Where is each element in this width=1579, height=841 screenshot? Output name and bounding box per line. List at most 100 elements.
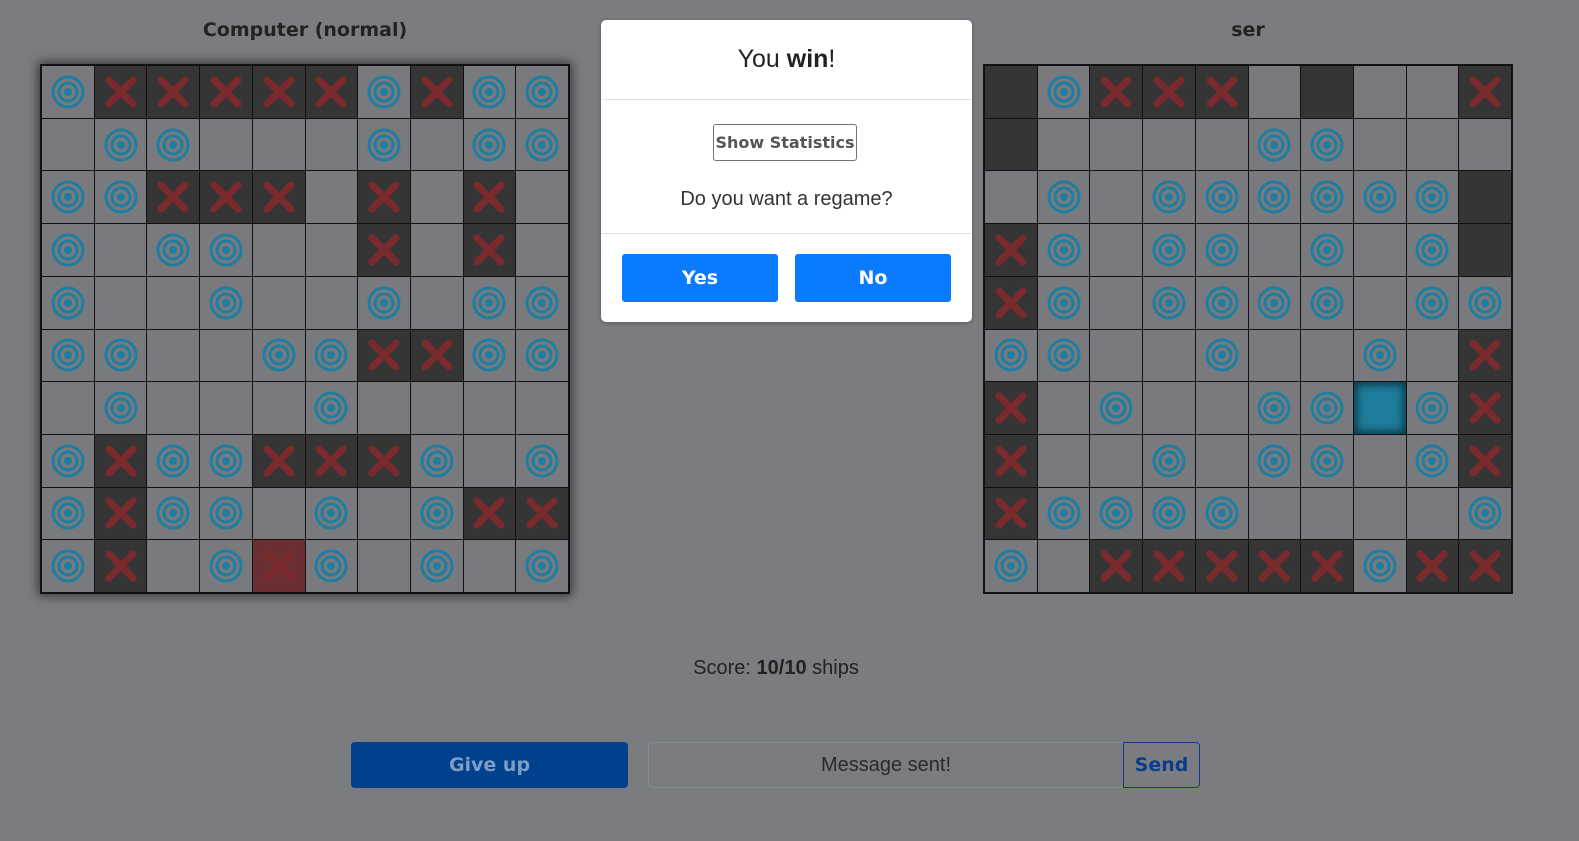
board-cell[interactable]	[305, 382, 358, 434]
board-cell[interactable]	[94, 171, 147, 224]
board-cell[interactable]	[463, 487, 516, 540]
board-cell[interactable]	[305, 66, 358, 118]
board-cell[interactable]	[305, 171, 358, 224]
board-cell[interactable]	[200, 224, 252, 276]
board-cell[interactable]	[358, 382, 410, 434]
board-cell[interactable]	[410, 329, 463, 382]
board-cell[interactable]	[358, 224, 410, 276]
board-cell[interactable]	[463, 329, 516, 382]
board-cell[interactable]	[42, 487, 94, 540]
board-cell[interactable]	[358, 329, 410, 382]
board-cell[interactable]	[252, 382, 305, 434]
board-cell[interactable]	[305, 540, 358, 592]
yes-button[interactable]: Yes	[622, 254, 778, 302]
board-cell[interactable]	[42, 540, 94, 592]
board-cell[interactable]	[200, 118, 252, 171]
board-cell[interactable]	[410, 382, 463, 434]
board-cell[interactable]	[200, 329, 252, 382]
board-cell[interactable]	[94, 382, 147, 434]
board-cell[interactable]	[463, 224, 516, 276]
board-cell[interactable]	[516, 276, 568, 329]
board-cell[interactable]	[200, 434, 252, 487]
board-cell[interactable]	[516, 118, 568, 171]
board-cell[interactable]	[42, 118, 94, 171]
board-cell[interactable]	[305, 118, 358, 171]
board-cell[interactable]	[42, 224, 94, 276]
board-cell[interactable]	[252, 540, 305, 592]
board-cell[interactable]	[94, 487, 147, 540]
board-cell[interactable]	[200, 276, 252, 329]
message-input[interactable]	[648, 742, 1124, 788]
board-cell[interactable]	[305, 434, 358, 487]
board-cell[interactable]	[200, 382, 252, 434]
board-cell[interactable]	[410, 224, 463, 276]
board-cell[interactable]	[94, 66, 147, 118]
board-cell[interactable]	[94, 118, 147, 171]
board-cell[interactable]	[463, 540, 516, 592]
no-button[interactable]: No	[795, 254, 951, 302]
board-cell[interactable]	[358, 171, 410, 224]
board-cell[interactable]	[147, 66, 200, 118]
board-cell[interactable]	[463, 118, 516, 171]
board-cell[interactable]	[516, 171, 568, 224]
board-cell[interactable]	[516, 66, 568, 118]
board-cell[interactable]	[147, 224, 200, 276]
board-cell[interactable]	[516, 540, 568, 592]
board-cell[interactable]	[410, 434, 463, 487]
board-cell[interactable]	[410, 487, 463, 540]
board-cell[interactable]	[147, 329, 200, 382]
send-button[interactable]: Send	[1123, 742, 1200, 788]
board-cell[interactable]	[147, 118, 200, 171]
board-cell[interactable]	[252, 171, 305, 224]
board-cell[interactable]	[410, 66, 463, 118]
give-up-button[interactable]: Give up	[351, 742, 628, 788]
board-cell[interactable]	[358, 276, 410, 329]
board-cell[interactable]	[463, 276, 516, 329]
board-cell[interactable]	[200, 66, 252, 118]
board-cell[interactable]	[252, 487, 305, 540]
board-cell[interactable]	[305, 276, 358, 329]
board-cell[interactable]	[252, 66, 305, 118]
board-cell[interactable]	[200, 171, 252, 224]
board-cell[interactable]	[252, 118, 305, 171]
board-cell[interactable]	[147, 276, 200, 329]
board-cell[interactable]	[94, 329, 147, 382]
board-cell[interactable]	[410, 276, 463, 329]
board-cell[interactable]	[42, 171, 94, 224]
board-cell[interactable]	[358, 540, 410, 592]
board-cell[interactable]	[516, 487, 568, 540]
board-cell[interactable]	[358, 434, 410, 487]
show-statistics-button[interactable]: Show Statistics	[713, 124, 857, 161]
board-cell[interactable]	[516, 224, 568, 276]
board-cell[interactable]	[200, 540, 252, 592]
board-cell[interactable]	[516, 329, 568, 382]
board-cell[interactable]	[252, 329, 305, 382]
computer-board[interactable]	[40, 64, 570, 594]
board-cell[interactable]	[147, 171, 200, 224]
board-cell[interactable]	[305, 329, 358, 382]
board-cell[interactable]	[147, 540, 200, 592]
board-cell[interactable]	[305, 487, 358, 540]
board-cell[interactable]	[410, 118, 463, 171]
board-cell[interactable]	[42, 382, 94, 434]
board-cell[interactable]	[252, 434, 305, 487]
board-cell[interactable]	[305, 224, 358, 276]
board-cell[interactable]	[147, 487, 200, 540]
board-cell[interactable]	[516, 434, 568, 487]
board-cell[interactable]	[94, 276, 147, 329]
board-cell[interactable]	[463, 66, 516, 118]
board-cell[interactable]	[358, 118, 410, 171]
board-cell[interactable]	[463, 382, 516, 434]
board-cell[interactable]	[147, 434, 200, 487]
board-cell[interactable]	[94, 224, 147, 276]
board-cell[interactable]	[463, 434, 516, 487]
board-cell[interactable]	[94, 540, 147, 592]
board-cell[interactable]	[463, 171, 516, 224]
board-cell[interactable]	[94, 434, 147, 487]
board-cell[interactable]	[358, 487, 410, 540]
board-cell[interactable]	[516, 382, 568, 434]
board-cell[interactable]	[200, 487, 252, 540]
board-cell[interactable]	[42, 434, 94, 487]
board-cell[interactable]	[410, 171, 463, 224]
board-cell[interactable]	[252, 224, 305, 276]
